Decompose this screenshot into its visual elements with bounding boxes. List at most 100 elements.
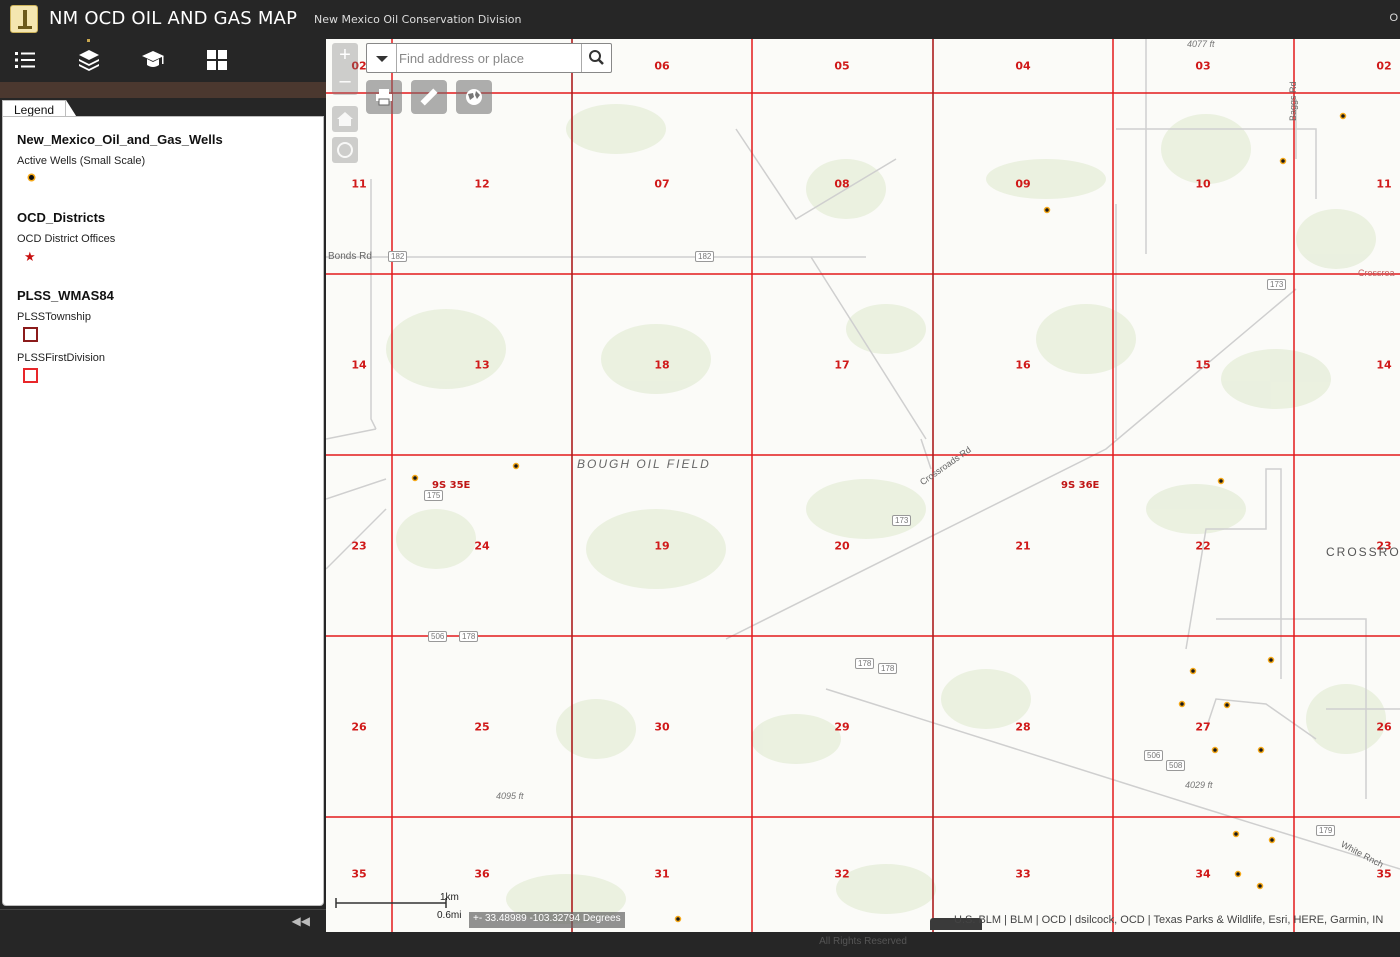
legend-label-district-offices: OCD District Offices [17,233,116,245]
section-label: 04 [1015,59,1031,73]
section-label: 28 [1015,720,1031,734]
print-icon [376,89,392,106]
footer-left [0,932,326,957]
legend-tabstrip: Legend [0,98,326,119]
app-header: NM OCD OIL AND GAS MAP New Mexico Oil Co… [0,0,1400,39]
section-label: 03 [1195,59,1211,73]
zoom-in-button[interactable]: + [332,43,358,69]
route-shield: 506 [428,631,448,642]
panel-accent-bar [0,82,326,98]
section-label: 09 [1015,177,1031,191]
scale-mi-label: 0.6mi [437,910,462,921]
route-shield: 173 [1267,279,1287,290]
elevation-label: 4095 ft [496,791,524,801]
locate-icon [337,142,353,158]
graduation-cap-icon[interactable] [140,47,166,73]
place-label: CROSSRO [1326,545,1400,559]
section-label: 33 [1015,867,1031,881]
legend-label-township: PLSSTownship [17,311,91,323]
home-button[interactable] [332,106,358,132]
route-shield: 173 [892,515,912,526]
section-label: 13 [474,358,490,372]
elevation-label: 4077 ft [1187,39,1215,49]
section-label: 17 [834,358,850,372]
layer-title-wells: New_Mexico_Oil_and_Gas_Wells [17,132,223,147]
route-shield: 178 [855,658,875,669]
print-button[interactable] [366,80,402,114]
zoom-out-button[interactable]: – [332,69,358,95]
section-label: 30 [654,720,670,734]
header-right-link[interactable]: O [1389,12,1398,24]
sidebar: Legend New_Mexico_Oil_and_Gas_Wells Acti… [0,39,326,934]
section-label: 11 [1376,177,1392,191]
section-label: 11 [351,177,367,191]
app-title: NM OCD OIL AND GAS MAP [49,8,298,29]
section-label: 12 [474,177,490,191]
globe-icon [466,89,482,105]
grid-icon[interactable] [204,47,230,73]
section-label: 08 [834,177,850,191]
route-shield: 179 [1316,825,1336,836]
sidebar-toolbar [0,39,326,82]
section-label: 21 [1015,539,1031,553]
ocd-logo [10,5,38,33]
section-label: 36 [474,867,490,881]
route-shield: 182 [388,251,408,262]
section-label: 27 [1195,720,1211,734]
legend-panel: New_Mexico_Oil_and_Gas_Wells Active Well… [2,116,324,906]
basemap [326,39,1400,932]
coordinate-text: 33.48989 -103.32794 Degrees [484,913,621,924]
map-view[interactable]: 02 06 05 04 03 02 11 12 07 08 09 10 11 1… [326,39,1400,932]
section-label: 07 [654,177,670,191]
section-label: 23 [351,539,367,553]
township-square-icon [23,327,38,342]
home-icon [337,112,353,126]
road-label: Baggs Rd [1288,81,1298,121]
section-label: 26 [1376,720,1392,734]
active-tool-indicator [87,39,90,42]
section-label: 34 [1195,867,1211,881]
section-label: 29 [834,720,850,734]
section-label: 02 [1376,59,1392,73]
locate-button[interactable] [332,137,358,163]
search-source-dropdown[interactable] [367,44,397,72]
scale-km-label: 1km [440,892,459,903]
layer-title-plss: PLSS_WMAS84 [17,288,114,303]
legend-label-active-wells: Active Wells (Small Scale) [17,155,146,167]
layers-icon[interactable] [76,47,102,73]
section-label: 06 [654,59,670,73]
section-label: 14 [351,358,367,372]
coordinate-readout[interactable]: +- 33.48989 -103.32794 Degrees [469,912,625,928]
route-shield: 182 [695,251,715,262]
coord-toggle[interactable]: +- [473,913,485,924]
road-label: Crossroa [1358,268,1395,278]
section-label: 25 [474,720,490,734]
section-label: 14 [1376,358,1392,372]
legend-list-icon[interactable] [12,47,38,73]
search-icon [589,50,604,65]
scale-bar: 1km 0.6mi [334,892,464,921]
section-label: 35 [351,867,367,881]
section-label: 32 [834,867,850,881]
section-label: 10 [1195,177,1211,191]
sidebar-footer: ◀◀ [0,909,326,933]
first-division-square-icon [23,368,38,383]
well-dot-icon [29,175,34,180]
red-star-icon: ★ [24,249,36,264]
route-shield: 506 [1144,750,1164,761]
measure-button[interactable] [411,80,447,114]
app-subtitle: New Mexico Oil Conservation Division [314,13,522,26]
search-button[interactable] [581,44,611,72]
search-input[interactable] [399,47,579,69]
section-label: 15 [1195,358,1211,372]
attribution-text: U.S. BLM | BLM | OCD | dsilcock, OCD | T… [954,914,1384,926]
zoom-control: + – [332,43,358,95]
township-label: 9S 36E [1061,480,1100,491]
section-label: 05 [834,59,850,73]
basemap-gallery-button[interactable] [456,80,492,114]
layer-title-districts: OCD_Districts [17,210,106,225]
double-chevron-left-icon[interactable]: ◀◀ [292,914,310,928]
section-label: 22 [1195,539,1211,553]
page-footer: All Rights Reserved [326,932,1400,957]
route-shield: 175 [424,490,444,501]
